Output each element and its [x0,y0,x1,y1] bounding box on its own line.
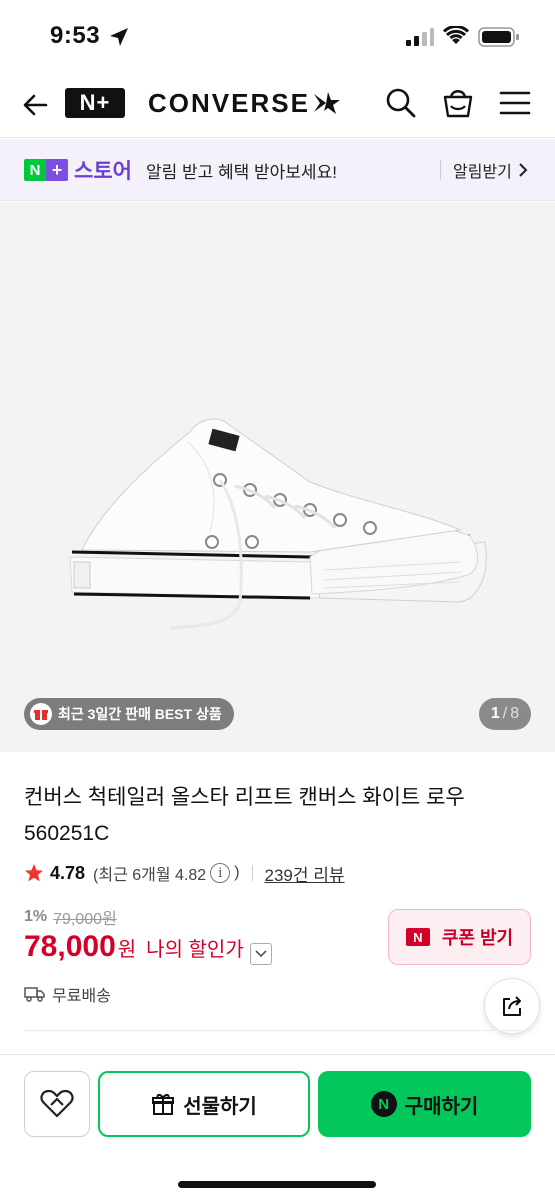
buy-label: 구매하기 [404,1095,479,1118]
promo-message: 알림 받고 혜택 받아보세요! [146,163,337,182]
section-divider [24,1030,531,1031]
gift-icon [30,703,52,725]
shipping-info: 무료배송 [24,982,111,1006]
alert-subscribe-label: 알림받기 [453,164,512,181]
rating-value: 4.78 [50,862,86,883]
battery-icon [478,27,519,47]
best-seller-badge: 최근 3일간 판매 BEST 상품 [24,698,234,730]
back-button[interactable] [18,88,52,122]
share-button[interactable] [484,978,540,1034]
naver-n-mark: N [24,159,46,181]
signal-icon [406,28,434,46]
price-expand-button[interactable] [249,943,272,965]
discount-rate: 1% [24,908,48,925]
chevron-right-icon [519,163,528,177]
coupon-label: 쿠폰 받기 [441,928,514,948]
promo-store-label: 스토어 [74,160,132,183]
status-bar: 9:53 [0,0,555,70]
naver-plus-logo[interactable]: N+ [65,88,125,118]
recent-rating-text: (최근 6개월 4.82 [93,867,207,884]
truck-icon [24,987,45,1002]
recent-rating-close: ) [234,864,240,881]
info-icon[interactable]: i [210,863,231,883]
gift-button[interactable]: 선물하기 [98,1071,310,1137]
bottom-action-bar: 선물하기 N 구매하기 [0,1054,555,1200]
original-price: 79,000원 [53,911,117,928]
gift-label: 선물하기 [183,1095,257,1118]
brand-name: CONVERSE [148,87,310,118]
star-chevron-icon [313,92,340,114]
product-image [69,418,487,630]
image-page-indicator: 1 / 8 [479,698,531,730]
naver-pay-icon: N [370,1091,397,1117]
recent-rating: (최근 6개월 4.82 i ) [93,861,240,885]
alert-subscribe-link[interactable]: 알림받기 [453,158,528,182]
rating-divider [251,865,253,881]
current-page: 1 [490,705,500,722]
wifi-icon [443,26,469,44]
sale-price: 78,000 [24,930,116,963]
home-indicator[interactable] [178,1181,376,1188]
naver-plus-logo-text: N+ [79,90,111,115]
plus-mark: + [46,159,68,181]
product-title: 컨버스 척테일러 올스타 리프트 캔버스 화이트 로우 560251C [24,786,465,845]
coupon-button[interactable]: N 쿠폰 받기 [388,909,531,965]
shopping-bag-button[interactable] [440,84,476,120]
buy-button[interactable]: N 구매하기 [318,1071,531,1137]
review-count-link[interactable]: 239건 리뷰 [265,861,345,886]
price-row: 78,000 원 나의 할인가 [24,930,272,965]
menu-button[interactable] [498,88,532,118]
page-separator: / [502,705,508,722]
status-time: 9:53 [50,22,101,49]
shipping-label: 무료배송 [52,988,111,1005]
best-seller-label: 최근 3일간 판매 BEST 상품 [58,706,222,722]
rating-row: 4.78 (최근 6개월 4.82 i ) 239건 리뷰 [24,860,345,886]
promo-divider [440,160,441,180]
total-pages: 8 [510,705,520,722]
wishlist-button[interactable] [24,1071,90,1137]
discount-row: 1% 79,000원 [24,905,117,929]
sale-price-currency: 원 [117,939,137,961]
search-button[interactable] [384,86,418,120]
chevron-down-icon [255,950,267,958]
star-icon [25,864,43,882]
product-image-gallery[interactable]: 최근 3일간 판매 BEST 상품 1 / 8 [0,202,555,752]
store-alert-banner[interactable]: N + 스토어 알림 받고 혜택 받아보세요! 알림받기 [0,139,555,201]
brand-logo[interactable]: CONVERSE [148,88,342,118]
share-icon [503,996,521,1016]
naver-coupon-icon: N [405,928,430,946]
gift-box-icon [152,1094,175,1115]
location-arrow-icon [110,28,128,46]
heart-icon [40,1089,74,1118]
naver-plus-store-logo: N + [24,159,70,181]
my-discount-price-label[interactable]: 나의 할인가 [146,933,244,962]
nav-header: N+ CONVERSE [0,70,555,138]
